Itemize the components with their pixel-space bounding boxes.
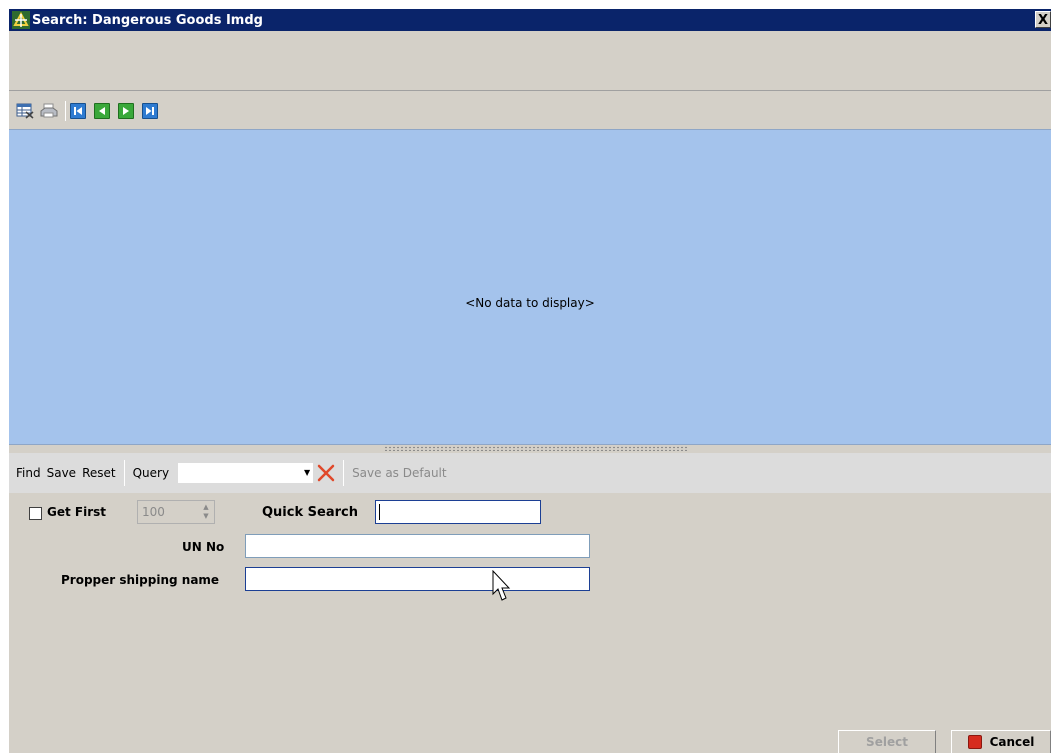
search-dialog: Search: Dangerous Goods Imdg X <No data …	[9, 9, 1051, 753]
get-first-value: 100	[142, 505, 165, 519]
splitter-handle[interactable]	[9, 445, 1051, 453]
quick-search-input[interactable]	[375, 500, 541, 524]
quick-search-field[interactable]	[376, 501, 540, 523]
shipping-name-input[interactable]	[245, 567, 590, 591]
last-record-icon[interactable]	[142, 102, 158, 119]
results-grid[interactable]: <No data to display>	[9, 129, 1051, 445]
un-no-input[interactable]	[245, 534, 590, 558]
cancel-button[interactable]: Cancel	[951, 730, 1051, 753]
mouse-cursor-icon	[492, 570, 511, 601]
grid-toolbar	[9, 92, 1051, 129]
get-first-spinner[interactable]: 100 ▲ ▼	[137, 500, 215, 524]
header-band	[9, 31, 1051, 91]
quick-search-label: Quick Search	[262, 505, 358, 520]
shipping-name-label: Propper shipping name	[61, 573, 220, 587]
get-first-checkbox[interactable]	[29, 507, 42, 520]
query-select[interactable]: ▼	[178, 463, 314, 483]
toolbar-separator	[65, 100, 66, 121]
get-first-label: Get First	[47, 505, 107, 519]
search-form: Get First 100 ▲ ▼ Quick Search UN No Prop…	[9, 493, 1051, 753]
save-button[interactable]: Save	[47, 466, 76, 480]
previous-record-icon[interactable]	[94, 102, 110, 119]
grid-options-icon[interactable]	[15, 101, 35, 121]
un-no-field[interactable]	[246, 535, 589, 557]
query-bar: Find Save Reset Query ▼ Save as Default	[9, 453, 1051, 493]
text-caret	[379, 504, 380, 520]
select-button[interactable]: Select	[838, 730, 936, 753]
cancel-icon	[967, 735, 982, 749]
delete-query-icon[interactable]	[315, 462, 337, 484]
query-bar-separator	[123, 460, 125, 486]
reset-button[interactable]: Reset	[82, 466, 116, 480]
empty-grid-message: <No data to display>	[465, 296, 595, 310]
app-icon	[12, 11, 30, 29]
save-as-default-button[interactable]: Save as Default	[352, 466, 447, 480]
spinner-arrows-icon[interactable]: ▲ ▼	[200, 503, 212, 521]
first-record-icon[interactable]	[70, 102, 86, 119]
splitter-grip[interactable]	[384, 446, 689, 451]
chevron-down-icon[interactable]: ▼	[302, 464, 312, 482]
print-icon[interactable]	[39, 101, 59, 121]
find-button[interactable]: Find	[16, 466, 41, 480]
query-label: Query	[132, 466, 170, 480]
close-icon[interactable]: X	[1035, 11, 1051, 28]
next-record-icon[interactable]	[118, 102, 134, 119]
shipping-name-field[interactable]	[246, 568, 589, 590]
title-bar[interactable]: Search: Dangerous Goods Imdg X	[9, 9, 1051, 31]
un-no-label: UN No	[182, 540, 225, 554]
window-title: Search: Dangerous Goods Imdg	[32, 12, 263, 28]
cancel-label: Cancel	[989, 735, 1035, 749]
query-bar-separator	[343, 460, 345, 486]
